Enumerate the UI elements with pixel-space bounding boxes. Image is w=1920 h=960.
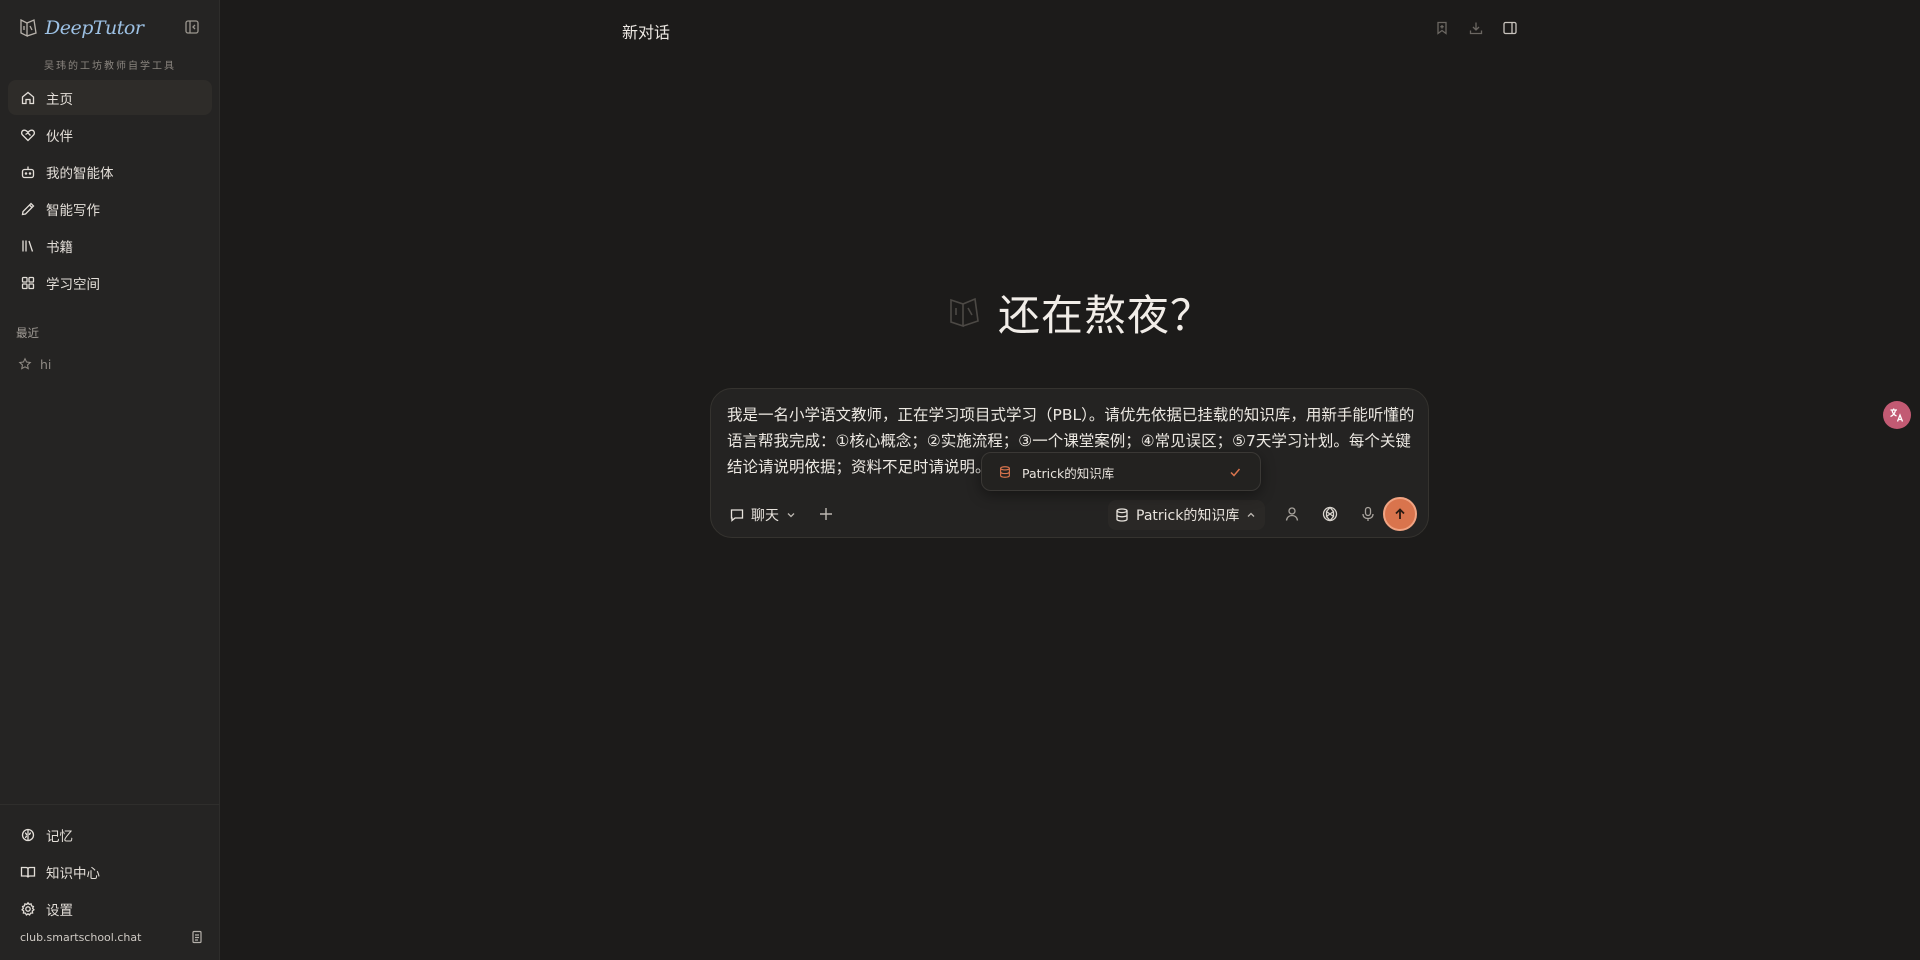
translate-button[interactable] <box>1883 401 1911 429</box>
chevron-down-icon <box>787 513 795 518</box>
library-icon <box>22 240 34 252</box>
chat-mode-label: 聊天 <box>751 508 779 524</box>
nav-item-my-agents[interactable]: 我的智能体 <box>8 154 212 189</box>
add-attachment-button[interactable] <box>817 505 835 523</box>
collapse-sidebar-icon[interactable] <box>184 19 200 35</box>
main-nav: 主页 伙伴 我的智能体 智能写作 书籍 学习空间 <box>8 80 212 302</box>
nav-item-label: 我的智能体 <box>46 165 114 182</box>
arrow-up-icon <box>1395 508 1405 519</box>
nav-item-memory[interactable]: 记忆 <box>8 817 212 852</box>
nav-item-home[interactable]: 主页 <box>8 80 212 115</box>
document-icon[interactable] <box>190 930 204 944</box>
sidebar-bottom: 记忆 知识中心 设置 club.smartschool.chat <box>0 804 220 944</box>
chevron-up-icon <box>1247 512 1255 517</box>
translate-icon <box>1890 408 1904 422</box>
sidebar: DeepTutor 吴玮的工坊教师自学工具 主页 伙伴 我的智能体 智能写作 书… <box>0 0 220 960</box>
nav-item-label: 主页 <box>46 91 73 108</box>
check-icon <box>1230 468 1241 477</box>
nav-item-label: 智能写作 <box>46 202 100 219</box>
greeting-text: 还在熬夜？ <box>998 290 1214 340</box>
microphone-icon[interactable] <box>1359 505 1377 523</box>
page-title: 新对话 <box>622 23 671 42</box>
bookmark-icon[interactable] <box>1434 20 1450 36</box>
nav-item-smart-writing[interactable]: 智能写作 <box>8 191 212 226</box>
download-icon[interactable] <box>1468 20 1484 36</box>
greeting: 还在熬夜？ <box>944 286 1213 340</box>
nav-item-label: 知识中心 <box>46 865 100 882</box>
nav-item-label: 设置 <box>46 902 73 919</box>
nav-item-label: 记忆 <box>46 828 73 845</box>
message-square-icon <box>730 509 744 522</box>
nav-item-learning-space[interactable]: 学习空间 <box>8 265 212 300</box>
knowledge-base-label: Patrick的知识库 <box>1136 508 1240 524</box>
home-icon <box>21 91 35 104</box>
pen-icon <box>21 202 35 215</box>
database-icon <box>1000 466 1010 478</box>
knowledge-base-option-label: Patrick的知识库 <box>1022 465 1115 481</box>
recent-item-label: hi <box>40 356 52 372</box>
nav-item-label: 学习空间 <box>46 276 100 293</box>
nav-item-knowledge-center[interactable]: 知识中心 <box>8 854 212 889</box>
recent-item[interactable]: hi <box>8 353 212 375</box>
deeptutor-logo-icon <box>20 18 37 38</box>
knowledge-base-selector[interactable]: Patrick的知识库 <box>1108 500 1266 530</box>
send-button[interactable] <box>1383 497 1417 531</box>
brand-name: DeepTutor <box>45 17 144 39</box>
chat-mode-selector[interactable]: 聊天 <box>729 503 797 527</box>
panel-right-icon[interactable] <box>1502 20 1518 36</box>
nav-item-companion[interactable]: 伙伴 <box>8 117 212 152</box>
gear-icon <box>21 901 35 916</box>
recent-section-title: 最近 <box>16 326 39 340</box>
bot-icon <box>21 166 35 178</box>
nav-item-label: 伙伴 <box>46 128 73 145</box>
user-icon[interactable] <box>1283 505 1301 523</box>
nav-item-settings[interactable]: 设置 <box>8 891 212 926</box>
grid-icon <box>21 276 35 289</box>
footer-domain: club.smartschool.chat <box>20 931 142 944</box>
database-icon <box>1116 508 1128 522</box>
heart-handshake-icon <box>21 129 35 141</box>
star-icon <box>18 357 32 370</box>
book-open-icon <box>20 866 36 878</box>
openai-icon[interactable] <box>1321 505 1339 523</box>
nav-item-label: 书籍 <box>46 239 73 256</box>
nav-item-books[interactable]: 书籍 <box>8 228 212 263</box>
brand-tagline: 吴玮的工坊教师自学工具 <box>44 61 176 72</box>
brand[interactable]: DeepTutor <box>16 15 144 41</box>
brain-icon <box>21 828 35 841</box>
deeptutor-logo-icon <box>950 297 979 328</box>
bottom-nav: 记忆 知识中心 设置 <box>8 817 212 928</box>
knowledge-base-dropdown: Patrick的知识库 <box>981 452 1261 491</box>
knowledge-base-option[interactable]: Patrick的知识库 <box>988 458 1254 486</box>
